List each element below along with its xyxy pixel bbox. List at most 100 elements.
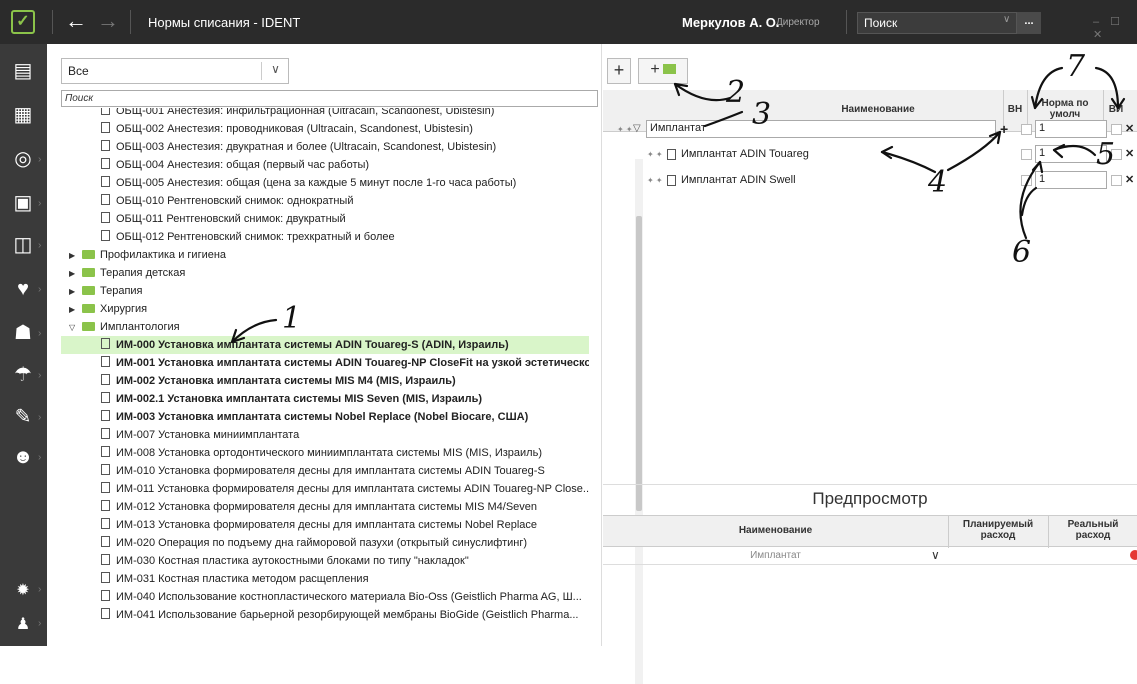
tree-service-row[interactable]: ИМ-020 Операция по подъему дна гайморово… [61, 534, 589, 552]
user-icon[interactable]: ♟ [10, 612, 36, 638]
preview-row[interactable]: Имплантат ∨ [603, 547, 1137, 565]
tree-service-row[interactable]: ИМ-008 Установка ортодонтического миниим… [61, 444, 589, 462]
vn-checkbox[interactable] [1021, 149, 1032, 160]
dental-chart-icon[interactable]: ◎ [10, 146, 36, 172]
annotation-number-3: 3 [752, 97, 772, 132]
document-icon [101, 500, 110, 511]
forward-arrow-icon[interactable]: → [97, 8, 119, 34]
calendar-icon[interactable]: ▦ [10, 102, 36, 128]
tree-search-input[interactable]: Поиск [61, 90, 598, 107]
user-name[interactable]: Меркулов А. О. [682, 15, 780, 30]
col-vi-header[interactable]: ВИ [1105, 104, 1127, 115]
chevron-right-icon: › [38, 240, 42, 251]
col-vn-header[interactable]: ВН [1005, 104, 1025, 115]
tree-service-row[interactable]: ИМ-002.1 Установка имплантата системы MI… [61, 390, 589, 408]
gear-icon[interactable]: ✹ [10, 578, 36, 604]
tree-service-row[interactable]: ИМ-003 Установка имплантата системы Nobe… [61, 408, 589, 426]
tree-service-row[interactable]: ОБЩ-011 Рентгеновский снимок: двукратный [61, 210, 589, 228]
expand-caret-icon[interactable]: ▶ [69, 301, 79, 318]
app-logo-icon[interactable]: ✓ [11, 10, 35, 34]
search-more-button[interactable]: ... [1017, 12, 1041, 34]
chevron-down-icon[interactable]: ∨ [261, 62, 289, 80]
window-controls[interactable]: – ☐ ✕ [1093, 15, 1137, 41]
tree-row-label: ИМ-040 Использование костнопластического… [116, 591, 582, 603]
back-arrow-icon[interactable]: ← [65, 8, 87, 34]
tree-service-row[interactable]: ИМ-001 Установка имплантата системы ADIN… [61, 354, 589, 372]
collapse-caret-icon[interactable]: ▽ [633, 123, 641, 134]
tree-row-label: ИМ-003 Установка имплантата системы Nobe… [116, 411, 529, 423]
profile-card-icon[interactable]: ▤ [10, 58, 36, 84]
add-norm-button[interactable]: + [607, 58, 631, 84]
chevron-down-icon[interactable]: ∨ [931, 548, 940, 562]
tree-service-row[interactable]: ИМ-007 Установка миниимплантата [61, 426, 589, 444]
tree-service-row[interactable]: ОБЩ-012 Рентгеновский снимок: трехкратны… [61, 228, 589, 246]
chevron-down-icon[interactable]: ∨ [1003, 14, 1010, 25]
tree-service-row[interactable]: ИМ-011 Установка формирователя десны для… [61, 480, 589, 498]
preview-col-real[interactable]: Реальный расход [1050, 519, 1136, 541]
reorder-arrows-icon[interactable]: ✦ ✦ [647, 150, 663, 159]
reports-icon[interactable]: ◫ [10, 232, 36, 258]
expand-caret-icon[interactable]: ▽ [69, 319, 79, 336]
preview-col-name[interactable]: Наименование [603, 525, 948, 536]
search-person-icon[interactable]: ☻ [10, 444, 36, 470]
tree-service-row[interactable]: ИМ-040 Использование костнопластического… [61, 588, 589, 606]
tree-service-row[interactable]: ИМ-030 Костная пластика аутокостными бло… [61, 552, 589, 570]
tree-service-row[interactable]: ИМ-041 Использование барьерной резорбиру… [61, 606, 589, 624]
tree-folder-row[interactable]: ▶ Терапия [61, 282, 589, 300]
tree-folder-row[interactable]: ▶ Терапия детская [61, 264, 589, 282]
error-icon[interactable] [1130, 550, 1137, 560]
norm-row-group[interactable]: ✦ ✦ ▽ Имплантат + 1 ✕ [603, 119, 1137, 141]
users-icon[interactable]: ☗ [10, 320, 36, 346]
global-search-input[interactable]: Поиск [857, 12, 1017, 34]
col-name-header[interactable]: Наименование [753, 104, 1003, 115]
delete-icon[interactable]: ✕ [1125, 122, 1134, 135]
delete-icon[interactable]: ✕ [1125, 147, 1134, 160]
tree-row-label: ОБЩ-011 Рентгеновский снимок: двукратный [116, 213, 346, 225]
add-item-icon[interactable]: + [1000, 121, 1008, 137]
document-icon [101, 140, 110, 151]
chevron-right-icon: › [38, 370, 42, 381]
vi-checkbox[interactable] [1111, 175, 1122, 186]
umbrella-icon[interactable]: ☂ [10, 362, 36, 388]
tree-service-row[interactable]: ОБЩ-004 Анестезия: общая (первый час раб… [61, 156, 589, 174]
tree-service-row[interactable]: ИМ-031 Костная пластика методом расщепле… [61, 570, 589, 588]
expand-caret-icon[interactable]: ▶ [69, 265, 79, 282]
norm-row-item[interactable]: ✦ ✦ Имплантат ADIN Swell 1 ✕ [603, 170, 1137, 192]
norm-input[interactable]: 1 [1035, 171, 1107, 189]
group-name-input[interactable]: Имплантат [646, 120, 996, 138]
tree-service-row[interactable]: ОБЩ-001 Анестезия: инфильтрационная (Ult… [61, 108, 589, 120]
vn-checkbox[interactable] [1021, 175, 1032, 186]
tree-service-row[interactable]: ОБЩ-003 Анестезия: двукратная и более (U… [61, 138, 589, 156]
expand-caret-icon[interactable]: ▶ [69, 247, 79, 264]
column-divider [948, 516, 949, 548]
tree-folder-row[interactable]: ▽ Имплантология [61, 318, 589, 336]
reorder-arrows-icon[interactable]: ✦ ✦ [647, 176, 663, 185]
title-separator [52, 10, 53, 34]
tree-row-label: ОБЩ-012 Рентгеновский снимок: трехкратны… [116, 231, 395, 243]
tooth-icon[interactable]: ♥ [10, 276, 36, 302]
vn-checkbox[interactable] [1021, 124, 1032, 135]
calculator-icon[interactable]: ▣ [10, 190, 36, 216]
tree-service-row[interactable]: ИМ-002 Установка имплантата системы MIS … [61, 372, 589, 390]
norm-input[interactable]: 1 [1035, 120, 1107, 138]
col-norm-header[interactable]: Норма по умолч [1029, 98, 1101, 120]
norm-row-item[interactable]: ✦ ✦ Имплантат ADIN Touareg 1 ✕ [603, 144, 1137, 166]
add-group-button[interactable]: + [638, 58, 688, 84]
vi-checkbox[interactable] [1111, 124, 1122, 135]
tree-service-row[interactable]: ИМ-012 Установка формирователя десны для… [61, 498, 589, 516]
delete-icon[interactable]: ✕ [1125, 173, 1134, 186]
tree-service-row[interactable]: ИМ-000 Установка имплантата системы ADIN… [61, 336, 589, 354]
reorder-arrows-icon[interactable]: ✦ ✦ [617, 125, 633, 134]
tree-service-row[interactable]: ОБЩ-002 Анестезия: проводниковая (Ultrac… [61, 120, 589, 138]
tree-service-row[interactable]: ОБЩ-010 Рентгеновский снимок: однократны… [61, 192, 589, 210]
preview-col-planned[interactable]: Планируемый расход [950, 519, 1046, 541]
tree-service-row[interactable]: ИМ-010 Установка формирователя десны для… [61, 462, 589, 480]
filter-select[interactable]: Все [61, 58, 289, 84]
expand-caret-icon[interactable]: ▶ [69, 283, 79, 300]
tree-row-label: ОБЩ-001 Анестезия: инфильтрационная (Ult… [116, 108, 495, 117]
tree-folder-row[interactable]: ▶ Хирургия [61, 300, 589, 318]
tree-service-row[interactable]: ОБЩ-005 Анестезия: общая (цена за каждые… [61, 174, 589, 192]
syringe-icon[interactable]: ✎ [10, 404, 36, 430]
tree-folder-row[interactable]: ▶ Профилактика и гигиена [61, 246, 589, 264]
tree-service-row[interactable]: ИМ-013 Установка формирователя десны для… [61, 516, 589, 534]
